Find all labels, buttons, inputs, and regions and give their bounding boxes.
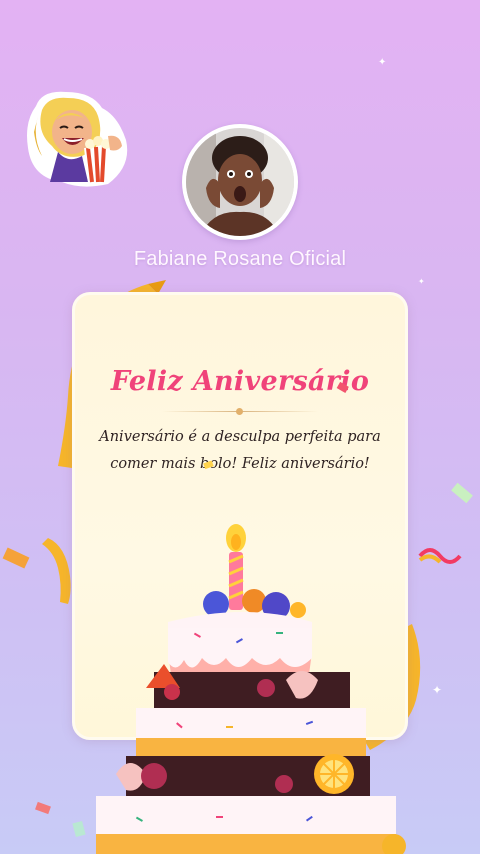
birthday-cake-illustration bbox=[76, 512, 416, 854]
greeting-screen: ✦ ✦ ✦ Fabiane Rosane Oficial Feliz Anive… bbox=[0, 0, 480, 854]
